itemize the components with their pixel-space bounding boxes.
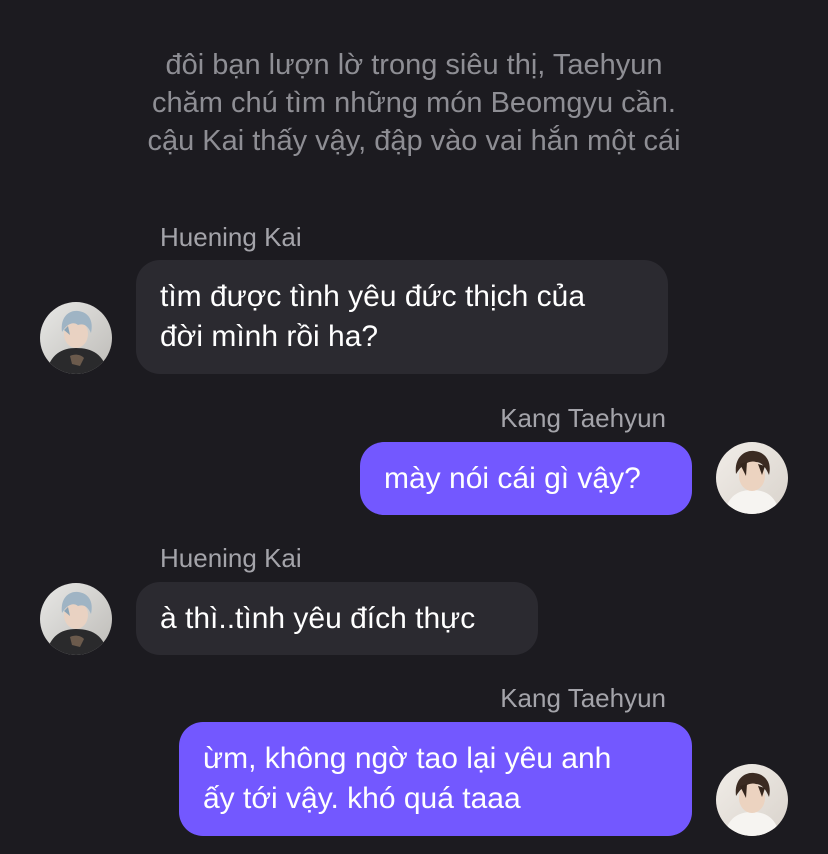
avatar-photo-icon bbox=[40, 583, 112, 655]
message-text-line: à thì..tình yêu đích thực bbox=[160, 602, 476, 635]
kai-avatar[interactable] bbox=[40, 583, 112, 655]
narration-text: đôi bạn lượn lờ trong siêu thị, Taehyun … bbox=[40, 46, 788, 160]
avatar-photo-icon bbox=[716, 764, 788, 836]
narration-line: đôi bạn lượn lờ trong siêu thị, Taehyun bbox=[165, 49, 663, 81]
avatar-photo-icon bbox=[716, 442, 788, 514]
message-text-line: đời mình rồi ha? bbox=[160, 320, 379, 353]
message-text-line: mày nói cái gì vậy? bbox=[384, 462, 641, 495]
message-bubble-outgoing[interactable]: mày nói cái gì vậy? bbox=[360, 442, 692, 515]
message-text-line: ừm, không ngờ tao lại yêu anh bbox=[203, 742, 612, 775]
avatar-photo-icon bbox=[40, 302, 112, 374]
sender-name: Kang Taehyun bbox=[500, 683, 666, 713]
sender-name: Huening Kai bbox=[160, 543, 302, 573]
sender-name: Huening Kai bbox=[160, 222, 302, 252]
message-bubble-outgoing[interactable]: ừm, không ngờ tao lại yêu anh ấy tới vậy… bbox=[179, 722, 692, 836]
message-bubble-incoming[interactable]: à thì..tình yêu đích thực bbox=[136, 582, 538, 655]
taehyun-avatar[interactable] bbox=[716, 764, 788, 836]
narration-line: cậu Kai thấy vậy, đập vào vai hắn một cá… bbox=[147, 125, 681, 157]
message-text-line: tìm được tình yêu đức thịch của bbox=[160, 280, 586, 313]
kai-avatar[interactable] bbox=[40, 302, 112, 374]
sender-name: Kang Taehyun bbox=[500, 403, 666, 433]
message-text-line: ấy tới vậy. khó quá taaa bbox=[203, 782, 521, 815]
chat-thread: đôi bạn lượn lờ trong siêu thị, Taehyun … bbox=[0, 0, 828, 854]
narration-line: chăm chú tìm những món Beomgyu cần. bbox=[152, 87, 676, 119]
message-bubble-incoming[interactable]: tìm được tình yêu đức thịch của đời mình… bbox=[136, 260, 668, 374]
taehyun-avatar[interactable] bbox=[716, 442, 788, 514]
